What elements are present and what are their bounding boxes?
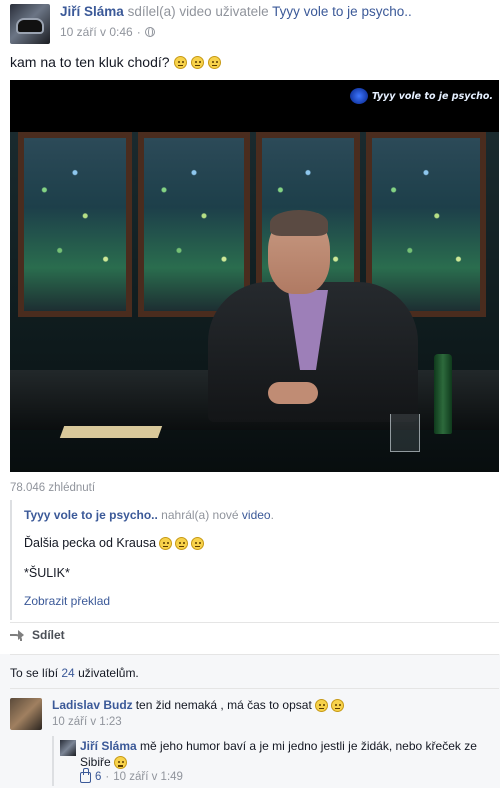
smiley-icon [159, 536, 173, 550]
shared-verb: nahrál(a) nové [161, 508, 239, 522]
smiley-icon [173, 55, 187, 69]
post-header: Jiří Sláma sdílel(a) video uživatele Tyy… [60, 4, 412, 19]
comment-text: ten žid nemaká , má čas to opsat [135, 698, 312, 712]
shared-text-2: *ŠULIK* [24, 566, 70, 580]
watermark-text: Tyyy vole to je psycho. [371, 90, 493, 102]
smiley-icon [190, 55, 204, 69]
smiley-icon [314, 698, 328, 712]
reply-timestamp[interactable]: 10 září v 1:49 [113, 771, 183, 783]
comment: Ladislav Budz ten žid nemaká , má čas to… [52, 698, 344, 712]
shared-header: Tyyy vole to je psycho.. nahrál(a) nové … [24, 508, 274, 522]
channel-logo-icon [349, 88, 368, 104]
video-watermark: Tyyy vole to je psycho. [349, 88, 493, 104]
smiley-icon [175, 536, 189, 550]
paper [59, 426, 163, 438]
smiley-icon [207, 55, 221, 69]
reply-author-avatar[interactable] [60, 740, 76, 756]
shared-page-link[interactable]: Tyyy vole to je psycho.. [24, 508, 158, 522]
comment-timestamp[interactable]: 10 září v 1:23 [52, 716, 122, 728]
reply-meta: 6 · 10 září v 1:49 [80, 767, 183, 783]
post-message: kam na to ten kluk chodí? [10, 54, 170, 70]
bottle [434, 354, 452, 434]
likes-summary: To se líbí 24 uživatelům. [10, 666, 139, 680]
post-timestamp[interactable]: 10 září v 0:46 [60, 25, 133, 39]
smiley-icon [330, 698, 344, 712]
reply-thread-line [52, 736, 54, 786]
reply: Jiří Sláma mě jeho humor baví a je mi je… [80, 738, 490, 770]
smiley-icon [114, 756, 128, 770]
divider [10, 688, 499, 689]
reply-author-link[interactable]: Jiří Sláma [80, 739, 137, 753]
reply-meta-separator: · [105, 771, 110, 783]
author-avatar[interactable] [10, 4, 50, 44]
shared-period: . [270, 508, 274, 522]
share-button[interactable]: Sdílet [10, 628, 65, 642]
likes-suffix: uživatelům. [78, 666, 139, 680]
divider [10, 622, 499, 623]
shared-text: Ďalšia pecka od Krausa [24, 536, 205, 550]
translate-link[interactable]: Zobrazit překlad [24, 594, 110, 608]
likes-count-link[interactable]: 24 [61, 666, 74, 680]
shared-post: Tyyy vole to je psycho.. nahrál(a) nové … [10, 500, 499, 620]
studio-window [138, 132, 250, 317]
presenter-hands [268, 382, 318, 404]
reply-text: mě jeho humor baví a je mi jedno jestli … [80, 739, 477, 769]
meta-separator: · [136, 25, 141, 39]
glass [390, 414, 420, 452]
divider [10, 654, 499, 655]
share-label: Sdílet [32, 628, 65, 642]
view-count: 78.046 zhlédnutí [10, 482, 96, 494]
presenter-hair [270, 210, 328, 236]
shared-video-link[interactable]: video [242, 508, 271, 522]
post-text: kam na to ten kluk chodí? [10, 54, 221, 70]
globe-icon[interactable] [144, 27, 155, 37]
comment-author-link[interactable]: Ladislav Budz [52, 698, 133, 712]
video-player[interactable]: Tyyy vole to je psycho. [10, 80, 499, 472]
smiley-icon [191, 536, 205, 550]
post-meta: 10 září v 0:46 · [60, 25, 155, 39]
studio-window [18, 132, 132, 317]
likes-prefix: To se líbí [10, 666, 59, 680]
author-link[interactable]: Jiří Sláma [60, 4, 124, 19]
shared-message: Ďalšia pecka od Krausa [24, 536, 157, 550]
source-page-link[interactable]: Tyyy vole to je psycho.. [272, 4, 412, 19]
commenter-avatar[interactable] [10, 698, 42, 730]
motorcycle-image [16, 18, 44, 34]
like-thumb-icon[interactable] [80, 767, 91, 783]
share-icon [10, 630, 24, 641]
share-verb: sdílel(a) video uživatele [127, 4, 269, 19]
reply-like-count[interactable]: 6 [95, 771, 101, 783]
video-frame [10, 132, 499, 472]
